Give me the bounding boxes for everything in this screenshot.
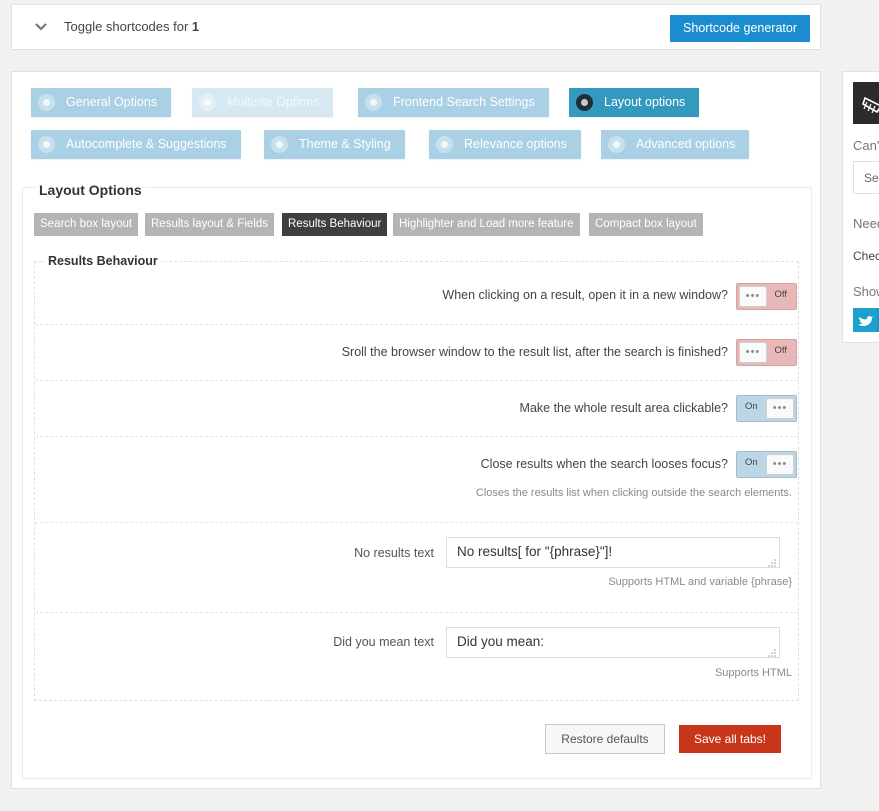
field-help: Supports HTML: [714, 667, 792, 679]
sidebar-need-help-text: Need: [853, 216, 879, 231]
switch-state: Off: [774, 345, 788, 356]
subtab-compact-box-layout[interactable]: Compact box layout: [589, 213, 703, 236]
tab-label: Layout options: [604, 95, 686, 109]
tab-label: General Options: [66, 95, 158, 109]
twitter-icon[interactable]: [853, 308, 877, 332]
results-behaviour-fieldset: Results Behaviour When clicking on a res…: [34, 254, 799, 701]
switch-state: On: [745, 457, 758, 468]
cogs-icon: [436, 136, 453, 153]
switch-knob: [766, 454, 794, 475]
toggle-switch[interactable]: Off: [736, 283, 797, 310]
no-results-text-input[interactable]: No results[ for "{phrase}"]!: [446, 537, 780, 568]
resize-grip-icon[interactable]: [768, 649, 776, 657]
tab-relevance-options[interactable]: Relevance options: [429, 130, 581, 159]
subtab-highlighter-load-more[interactable]: Highlighter and Load more feature: [393, 213, 580, 236]
tab-multisite-options: Multisite Options: [192, 88, 334, 117]
tab-theme-styling[interactable]: Theme & Styling: [264, 130, 405, 159]
shortcode-generator-button[interactable]: Shortcode generator: [670, 15, 810, 42]
subtab-results-layout-fields[interactable]: Results layout & Fields: [145, 213, 274, 236]
tab-advanced-options[interactable]: Advanced options: [601, 130, 750, 159]
tab-label: Frontend Search Settings: [393, 95, 535, 109]
gear-icon: [38, 94, 55, 111]
subtab-results-behaviour[interactable]: Results Behaviour: [282, 213, 388, 236]
sidebar-show-text: Show: [853, 284, 879, 299]
field-label: No results text: [354, 546, 434, 560]
lightbulb-icon: [38, 136, 55, 153]
did-you-mean-text-input[interactable]: Did you mean:: [446, 627, 780, 658]
tab-autocomplete-suggestions[interactable]: Autocomplete & Suggestions: [31, 130, 241, 159]
tab-label: Multisite Options: [227, 95, 320, 109]
option-label: Make the whole result area clickable?: [519, 401, 728, 415]
logo-icon: [853, 82, 879, 124]
tab-label: Advanced options: [636, 137, 736, 151]
save-all-tabs-button[interactable]: Save all tabs!: [679, 725, 781, 753]
sidebar-check-text[interactable]: Chec: [853, 249, 879, 263]
toggle-switch[interactable]: Off: [736, 339, 797, 366]
switch-knob: [766, 398, 794, 419]
option-label: Sroll the browser window to the result l…: [341, 345, 728, 359]
switch-state: On: [745, 401, 758, 412]
tab-label: Autocomplete & Suggestions: [66, 137, 227, 151]
restore-defaults-button[interactable]: Restore defaults: [545, 724, 665, 754]
window-icon: [365, 94, 382, 111]
tab-label: Relevance options: [464, 137, 567, 151]
option-description: Closes the results list when clicking ou…: [475, 487, 792, 499]
tab-general-options[interactable]: General Options: [31, 88, 172, 117]
toggle-switch[interactable]: On: [736, 451, 797, 478]
switch-state: Off: [774, 289, 788, 300]
option-row-whole-area-clickable: Make the whole result area clickable? On: [35, 381, 798, 437]
option-row-open-new-window: When clicking on a result, open it in a …: [35, 262, 798, 325]
feather-icon: [576, 94, 593, 111]
calendar-icon: [199, 94, 216, 111]
option-label: Close results when the search looses foc…: [480, 457, 728, 471]
eye-icon: [271, 136, 288, 153]
tab-layout-options[interactable]: Layout options: [569, 88, 700, 117]
field-help: Supports HTML and variable {phrase}: [608, 576, 792, 588]
layout-options-fieldset: Layout Options Search box layout Results…: [22, 182, 812, 779]
switch-knob: [739, 342, 767, 363]
shortcode-toggle-bar: Toggle shortcodes for 1 Shortcode genera…: [11, 4, 821, 50]
sidebar-search-input[interactable]: Sea: [853, 161, 879, 194]
field-row-did-you-mean-text: Did you mean text Did you mean: Supports…: [35, 613, 798, 701]
sidebar-cant-find-text: Can': [853, 138, 879, 153]
options-panel: General Options Multisite Options Fronte…: [11, 71, 821, 789]
chevron-down-icon[interactable]: [34, 20, 48, 34]
field-label: Did you mean text: [333, 635, 434, 649]
tab-label: Theme & Styling: [299, 137, 391, 151]
toggle-id: 1: [191, 19, 200, 34]
support-sidebar: Can' Sea Need Chec Show: [842, 71, 879, 343]
toggle-switch[interactable]: On: [736, 395, 797, 422]
switch-knob: [739, 286, 767, 307]
resize-grip-icon[interactable]: [768, 559, 776, 567]
option-label: When clicking on a result, open it in a …: [442, 288, 728, 302]
broom-icon: [862, 96, 879, 114]
field-row-no-results-text: No results text No results[ for "{phrase…: [35, 523, 798, 613]
toggle-shortcodes-label[interactable]: Toggle shortcodes for 1: [64, 19, 199, 34]
option-row-close-on-blur: Close results when the search looses foc…: [35, 437, 798, 523]
toggle-prefix: Toggle shortcodes for: [64, 19, 192, 34]
layout-options-title: Layout Options: [36, 182, 145, 198]
subtab-search-box-layout[interactable]: Search box layout: [34, 213, 139, 236]
cogs-icon: [608, 136, 625, 153]
tab-frontend-search-settings[interactable]: Frontend Search Settings: [358, 88, 549, 117]
option-row-scroll-to-results: Sroll the browser window to the result l…: [35, 325, 798, 381]
